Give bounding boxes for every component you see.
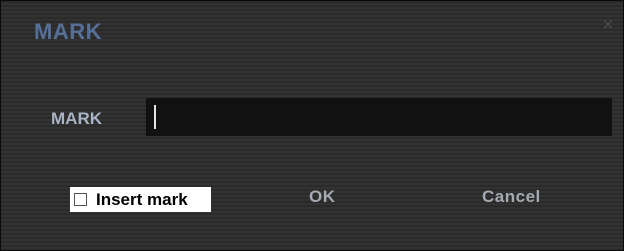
insert-mark-label: Insert mark	[96, 189, 188, 209]
mark-field-label: MARK	[51, 109, 102, 128]
text-caret	[154, 105, 156, 129]
close-icon[interactable]: ×	[599, 15, 617, 35]
ok-button[interactable]: OK	[309, 187, 336, 207]
mark-dialog: MARK × MARK Insert mark OK Cancel	[0, 0, 624, 251]
dialog-title: MARK	[34, 19, 102, 44]
insert-mark-checkbox[interactable]: Insert mark	[70, 187, 211, 212]
checkbox-box[interactable]	[74, 193, 87, 206]
mark-input[interactable]	[146, 98, 612, 136]
cancel-button[interactable]: Cancel	[482, 187, 541, 207]
